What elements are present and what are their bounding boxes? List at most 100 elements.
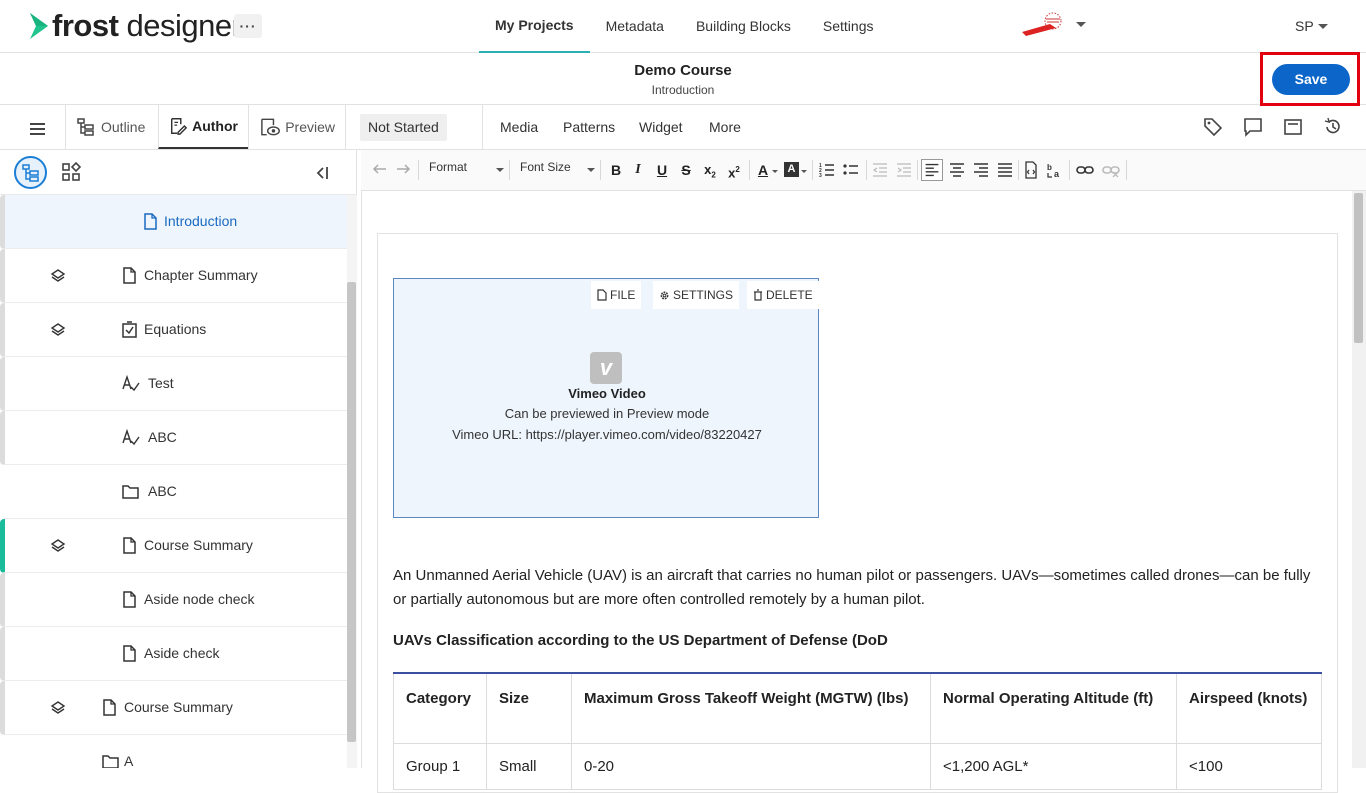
layers-icon[interactable] [50,700,66,716]
highlight-dropdown-icon[interactable] [801,170,807,173]
text-color-dropdown-icon[interactable] [772,170,778,173]
collapse-panel-icon[interactable] [313,165,331,181]
content-page[interactable]: FILE SETTINGS DELETE v Vimeo Video Can b… [377,233,1338,793]
media-delete-button[interactable]: DELETE [747,281,819,309]
italic-icon[interactable]: I [629,161,647,179]
organization-logo-icon[interactable] [1020,12,1072,38]
strikethrough-icon[interactable]: S [677,161,695,179]
tree-node-label: Course Summary [124,699,233,715]
media-file-button[interactable]: FILE [591,281,642,309]
outdent-icon[interactable] [871,161,889,179]
organization-dropdown-icon[interactable] [1076,22,1086,27]
link-icon[interactable] [1076,161,1094,179]
app-more-button[interactable]: ··· [234,14,262,38]
align-left-icon[interactable] [921,159,943,181]
find-replace-icon[interactable]: ba [1046,161,1064,179]
underline-icon[interactable]: U [653,161,671,179]
tab-outline[interactable]: Outline [65,105,158,149]
editor-scrollbar-thumb[interactable] [1354,193,1363,343]
bold-icon[interactable]: B [607,161,625,179]
nav-my-projects[interactable]: My Projects [479,0,590,53]
format-select[interactable]: Format [429,160,467,174]
superscript-icon[interactable]: x2 [725,161,743,180]
indent-icon[interactable] [895,161,913,179]
history-icon[interactable] [1323,117,1343,137]
insert-more-button[interactable]: More [709,119,741,135]
bullet-list-icon[interactable] [842,161,860,179]
layers-icon[interactable] [50,268,66,284]
table-cell[interactable]: Group 1 [393,742,487,790]
table-cell[interactable]: 0-20 [571,742,931,790]
tree-node-abc-folder[interactable]: ABC [0,465,347,519]
media-file-label: FILE [610,288,636,302]
user-dropdown-icon[interactable] [1318,24,1328,29]
font-size-dropdown-icon[interactable] [587,168,595,172]
comment-icon[interactable] [1243,117,1263,137]
tree-node-a-folder[interactable]: A [0,735,347,768]
font-size-select[interactable]: Font Size [520,160,571,174]
tab-preview-label: Preview [285,119,335,135]
tree-node-aside-node-check[interactable]: Aside node check [0,573,347,627]
toolbar-separator [418,160,419,180]
numbered-list-icon[interactable]: 123 [818,161,836,179]
toolbar-separator [749,160,750,180]
layers-icon[interactable] [50,322,66,338]
tab-preview[interactable]: Preview [248,105,346,149]
tree-node-label: Test [148,375,174,391]
frost-designer-logo[interactable]: frost designer [28,8,242,44]
table-cell[interactable]: <100 [1176,742,1322,790]
insert-patterns-button[interactable]: Patterns [563,119,615,135]
source-code-icon[interactable] [1022,161,1040,179]
redo-icon[interactable] [394,161,412,179]
highlight-color-icon[interactable]: A [784,162,799,177]
save-highlight-box: Save [1260,52,1360,106]
align-center-icon[interactable] [948,161,966,179]
tree-node-chapter-summary[interactable]: Chapter Summary [0,249,347,303]
workflow-status-badge[interactable]: Not Started [360,114,447,141]
hamburger-menu-icon[interactable] [24,118,52,140]
body-paragraph[interactable]: An Unmanned Aerial Vehicle (UAV) is an a… [393,564,1323,612]
undo-icon[interactable] [371,161,389,179]
section-heading[interactable]: UAVs Classification according to the US … [393,632,888,649]
tree-view-button[interactable] [14,156,47,189]
vimeo-media-block[interactable]: FILE SETTINGS DELETE v Vimeo Video Can b… [393,278,819,518]
user-menu[interactable]: SP [1295,18,1314,34]
tree-node-course-summary[interactable]: Course Summary [0,519,347,573]
folder-icon [102,755,119,768]
nav-building-blocks[interactable]: Building Blocks [680,0,807,53]
tab-author[interactable]: Author [158,105,248,149]
tree-node-introduction[interactable]: Introduction [0,195,347,249]
table-cell[interactable]: <1,200 AGL* [930,742,1177,790]
tree-panel-header [0,150,357,195]
subscript-icon[interactable]: x2 [701,161,719,180]
media-settings-button[interactable]: SETTINGS [653,281,740,309]
table-cell[interactable]: Small [486,742,572,790]
table-row: Group 1 Small 0-20 <1,200 AGL* <100 [393,742,1322,790]
grid-view-icon[interactable] [61,162,81,182]
format-dropdown-icon[interactable] [496,168,504,172]
text-color-icon[interactable]: A [754,161,772,179]
tag-icon[interactable] [1203,117,1223,137]
tree-node-equations[interactable]: Equations [0,303,347,357]
tree-scrollbar-thumb[interactable] [347,282,356,742]
tree-node-label: ABC [148,483,177,499]
insert-media-button[interactable]: Media [500,119,538,135]
nav-settings[interactable]: Settings [807,0,890,53]
media-delete-label: DELETE [766,288,813,302]
align-justify-icon[interactable] [996,161,1014,179]
course-subtitle: Introduction [651,83,715,97]
layers-icon[interactable] [50,538,66,554]
align-right-icon[interactable] [972,161,990,179]
uav-classification-table[interactable]: Category Size Maximum Gross Takeoff Weig… [393,672,1322,790]
tree-node-course-summary-2[interactable]: Course Summary [0,681,347,735]
folder-icon [122,485,139,499]
notes-panel-icon[interactable] [1283,117,1303,137]
save-button[interactable]: Save [1272,64,1350,95]
tree-node-test[interactable]: Test [0,357,347,411]
unlink-icon[interactable] [1102,161,1120,179]
course-tree-panel: Introduction Chapter Summary Equations T… [0,150,357,768]
insert-widget-button[interactable]: Widget [639,119,683,135]
nav-metadata[interactable]: Metadata [590,0,680,53]
tree-node-aside-check[interactable]: Aside check [0,627,347,681]
tree-node-abc-assessment[interactable]: ABC [0,411,347,465]
